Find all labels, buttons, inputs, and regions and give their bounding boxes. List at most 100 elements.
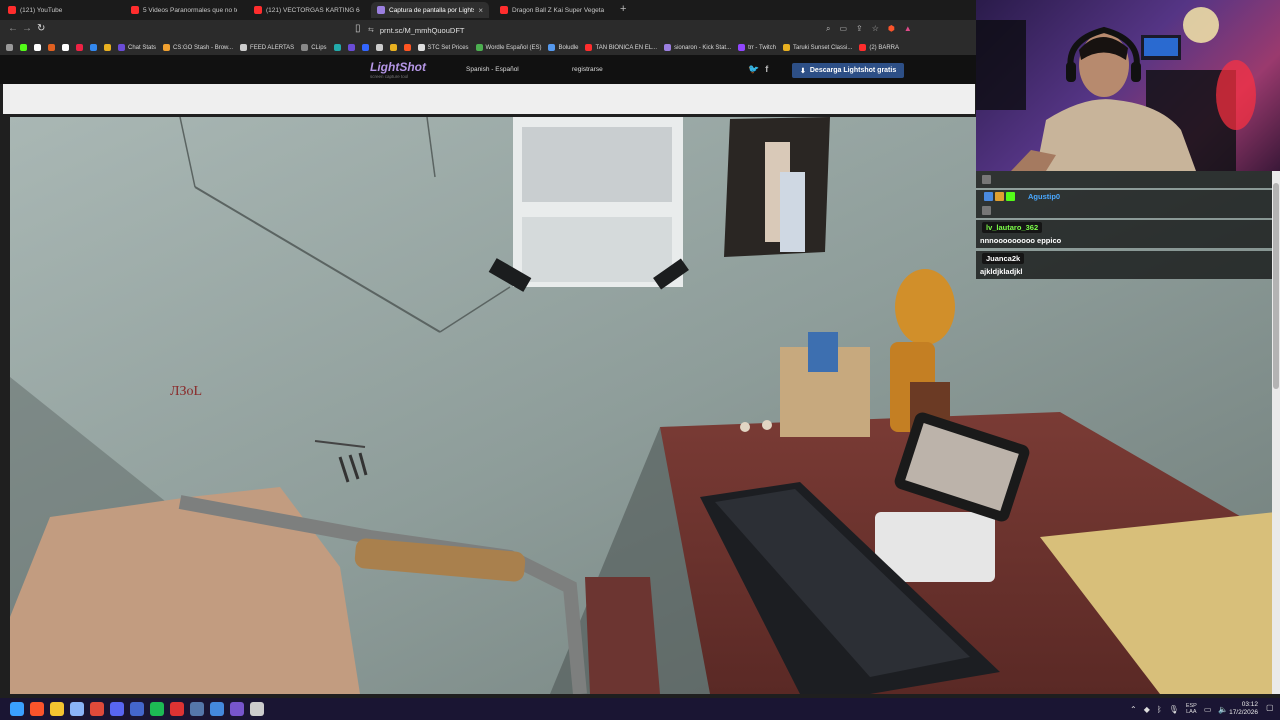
chat-username[interactable]: lv_lautaro_362 bbox=[982, 222, 1043, 233]
bookmark-icon bbox=[403, 44, 411, 51]
browser-tab[interactable]: Dragon Ball Z Kai Super Vegeta VS C bbox=[494, 2, 612, 18]
windows-start-icon[interactable] bbox=[10, 702, 24, 716]
badge-icon bbox=[982, 206, 991, 215]
clock-date: 17/2/2026 bbox=[1229, 709, 1258, 716]
bookmark-item[interactable]: (2) BARRA bbox=[859, 44, 899, 51]
chevron-up-icon[interactable]: ⌃ bbox=[1130, 705, 1137, 714]
kick-badge-icon bbox=[984, 192, 993, 201]
lightshot-logo[interactable]: LightShot screen capture tool bbox=[370, 60, 426, 79]
bookmark-item[interactable] bbox=[90, 44, 97, 51]
family-photo bbox=[724, 117, 830, 257]
bookmark-item[interactable] bbox=[34, 44, 41, 51]
url-text[interactable]: prnt.sc/M_mmhQuouDFT bbox=[380, 26, 465, 35]
volume-icon[interactable]: 🔈 bbox=[1218, 705, 1228, 714]
spotify-icon[interactable] bbox=[150, 702, 164, 716]
tab-favicon-icon bbox=[377, 6, 385, 14]
brave-icon[interactable] bbox=[30, 702, 44, 716]
site-info-icon[interactable]: ⇆ bbox=[368, 26, 374, 34]
bookmark-item[interactable]: FEED ALERTAS bbox=[240, 44, 294, 51]
logo-text: LightShot bbox=[370, 60, 426, 74]
bookmark-label: (2) BARRA bbox=[869, 44, 900, 51]
bookmark-item[interactable]: sionaron - Kick Stat... bbox=[664, 44, 731, 51]
page-scrollbar[interactable] bbox=[1272, 171, 1280, 694]
display-icon[interactable]: ▭ bbox=[1204, 705, 1212, 714]
steam-tray-icon[interactable]: ◆ bbox=[1144, 705, 1150, 714]
new-tab-button[interactable]: + bbox=[620, 3, 626, 15]
back-icon[interactable]: ← bbox=[8, 23, 18, 34]
bookmarks-bar: Chat Stats CS:GO Stash - Brow... FEED ALER… bbox=[0, 40, 976, 56]
zoom-icon[interactable]: ⌕ bbox=[826, 24, 830, 34]
brave-shield-icon[interactable]: ⬢ bbox=[888, 24, 895, 34]
bookmark-item[interactable]: Chat Stats bbox=[118, 44, 156, 51]
browser-tab[interactable]: Captura de pantalla por Lightshot × bbox=[371, 2, 489, 18]
chat-username[interactable]: Juanca2k bbox=[982, 253, 1025, 264]
bookmark-item[interactable] bbox=[389, 44, 397, 51]
bookmark-icon bbox=[48, 44, 55, 51]
bookmark-item[interactable] bbox=[62, 44, 69, 51]
chat-username[interactable]: Agustip0 bbox=[1028, 192, 1060, 201]
file-explorer-icon[interactable] bbox=[50, 702, 64, 716]
tab-favicon-icon bbox=[254, 6, 262, 14]
kick-stats-icon bbox=[664, 44, 672, 51]
bookmark-item[interactable] bbox=[104, 44, 111, 51]
app-icon[interactable] bbox=[190, 702, 204, 716]
subscriber-badge-icon bbox=[995, 192, 1004, 201]
language-indicator[interactable]: ESP LAA bbox=[1186, 703, 1197, 715]
language-selector[interactable]: Spanish - Español bbox=[466, 66, 519, 73]
discord-icon[interactable] bbox=[110, 702, 124, 716]
bookmark-page-icon[interactable]: ▯ bbox=[355, 23, 361, 34]
obs-icon[interactable] bbox=[230, 702, 244, 716]
app-icon[interactable] bbox=[210, 702, 224, 716]
notifications-icon[interactable]: ▢ bbox=[1266, 703, 1274, 712]
register-link[interactable]: registrarse bbox=[572, 66, 603, 73]
bookmark-item[interactable] bbox=[361, 44, 369, 51]
scrollbar-thumb[interactable] bbox=[1273, 183, 1279, 389]
bookmark-item[interactable]: Boludle bbox=[548, 44, 578, 51]
bookmark-item[interactable]: TAN BIONICA EN EL... bbox=[585, 44, 657, 51]
bookmark-item[interactable]: CS:GO Stash - Brow... bbox=[163, 44, 233, 51]
close-tab-icon[interactable]: × bbox=[478, 6, 483, 15]
bookmark-item[interactable] bbox=[375, 44, 383, 51]
a-icon bbox=[62, 44, 69, 51]
bookmark-item[interactable]: Taruki Sunset Classi... bbox=[782, 44, 853, 51]
bookmark-item[interactable]: STC Set Prices bbox=[417, 44, 469, 51]
browser-tab[interactable]: 5 Videos Paranormales que no te de bbox=[125, 2, 243, 18]
bookmark-item[interactable] bbox=[20, 44, 27, 51]
app-icon[interactable] bbox=[130, 702, 144, 716]
bookmark-item[interactable]: CLips bbox=[301, 44, 327, 51]
bookmark-item[interactable]: trr - Twitch bbox=[738, 44, 776, 51]
bookmark-item[interactable] bbox=[403, 44, 411, 51]
bookmark-item[interactable] bbox=[333, 44, 341, 51]
chrome-icon[interactable] bbox=[90, 702, 104, 716]
bookmark-item[interactable] bbox=[48, 44, 55, 51]
csgo-icon bbox=[163, 44, 171, 51]
reload-icon[interactable]: ↻ bbox=[37, 23, 45, 34]
browser-tab[interactable]: (121) VECTORGAS KARTING 64 | ber bbox=[248, 2, 366, 18]
steam-icon[interactable] bbox=[70, 702, 84, 716]
bookmark-label: STC Set Prices bbox=[427, 44, 469, 51]
clock[interactable]: 03:12 17/2/2026 bbox=[1228, 701, 1258, 717]
news-icon[interactable] bbox=[170, 702, 184, 716]
star-icon[interactable]: ☆ bbox=[872, 24, 879, 34]
bookmark-item[interactable] bbox=[347, 44, 355, 51]
kick-icon[interactable] bbox=[250, 702, 264, 716]
download-button[interactable]: ⬇ Descarga Lightshot gratis bbox=[792, 63, 905, 78]
bookmark-item[interactable] bbox=[6, 44, 13, 51]
bookmark-label: Taruki Sunset Classi... bbox=[792, 44, 853, 51]
browser-tab[interactable]: (121) YouTube bbox=[2, 2, 120, 18]
download-icon: ⬇ bbox=[800, 67, 806, 75]
cast-icon[interactable]: ▭ bbox=[839, 24, 847, 34]
twitter-icon[interactable]: 🐦 bbox=[748, 64, 759, 75]
bookmark-item[interactable] bbox=[76, 44, 83, 51]
mic-icon[interactable]: 🎙 bbox=[1169, 705, 1179, 714]
share-icon[interactable]: ⇪ bbox=[856, 24, 863, 34]
bluetooth-icon[interactable]: ᛒ bbox=[1157, 705, 1162, 714]
wordle-icon bbox=[475, 44, 483, 51]
taskbar-apps bbox=[10, 702, 264, 716]
forward-icon[interactable]: → bbox=[22, 23, 32, 34]
bookmark-label: TAN BIONICA EN EL... bbox=[595, 44, 658, 51]
brave-rewards-icon[interactable]: ▲ bbox=[904, 24, 912, 34]
bookmark-item[interactable]: Wordle Español (ES) bbox=[475, 44, 541, 51]
bookmark-icon bbox=[76, 44, 83, 51]
facebook-icon[interactable]: f bbox=[765, 64, 768, 75]
